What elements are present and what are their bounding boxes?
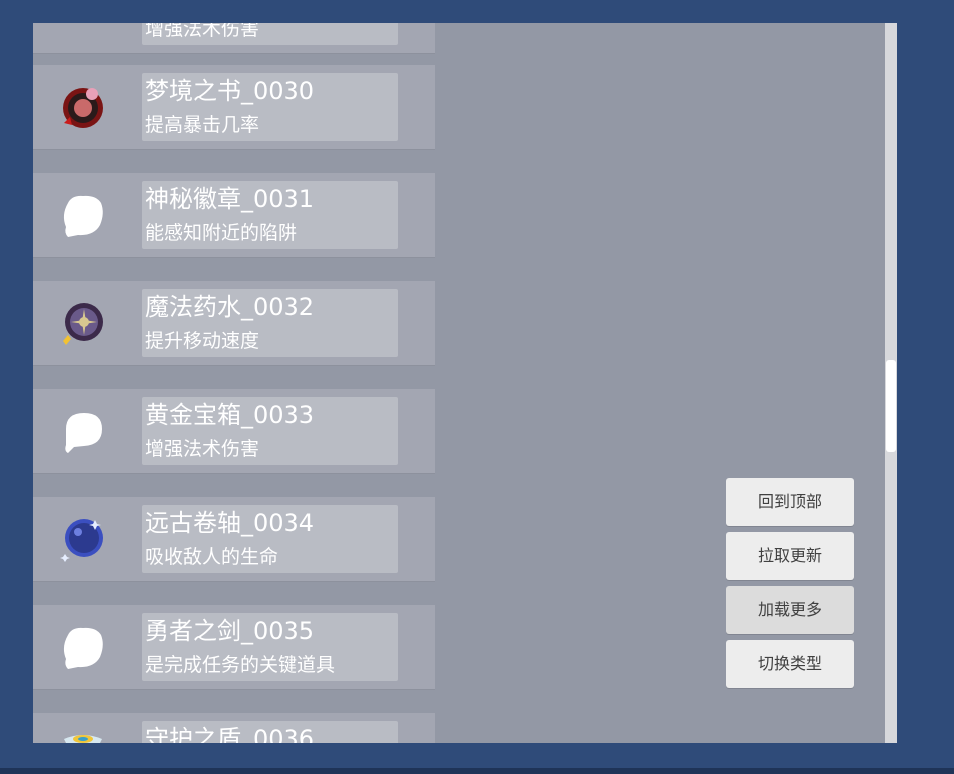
compass-badge-icon	[60, 301, 106, 347]
item-title: 守护之盾_0036	[145, 725, 315, 743]
load-more-button[interactable]: 加载更多	[726, 586, 854, 634]
item-textbox: 守护之盾_0036	[142, 721, 398, 743]
scroll-view-panel[interactable]: 增强法术伤害 梦境之书_0030 提高暴击几率 神秘徽章_0031 能感知附近的…	[33, 23, 897, 743]
list-item[interactable]: 守护之盾_0036	[33, 713, 435, 743]
vertical-scrollbar[interactable]	[885, 23, 897, 743]
shield-crest-icon	[60, 733, 106, 743]
item-description: 提升移动速度	[145, 330, 260, 352]
item-textbox: 神秘徽章_0031 能感知附近的陷阱	[142, 181, 398, 249]
white-blob-icon	[60, 193, 106, 239]
item-title: 黄金宝箱_0033	[145, 401, 315, 429]
white-blob-icon	[60, 625, 106, 671]
scrollbar-thumb[interactable]	[886, 360, 896, 452]
list-item[interactable]: 梦境之书_0030 提高暴击几率	[33, 65, 435, 150]
list-item[interactable]: 远古卷轴_0034 吸收敌人的生命	[33, 497, 435, 582]
item-description: 增强法术伤害	[145, 438, 260, 460]
pull-refresh-button[interactable]: 拉取更新	[726, 532, 854, 580]
back-to-top-button[interactable]: 回到顶部	[726, 478, 854, 526]
list-item[interactable]: 黄金宝箱_0033 增强法术伤害	[33, 389, 435, 474]
item-textbox: 魔法药水_0032 提升移动速度	[142, 289, 398, 357]
item-textbox: 增强法术伤害	[142, 23, 398, 45]
item-textbox: 黄金宝箱_0033 增强法术伤害	[142, 397, 398, 465]
item-description: 增强法术伤害	[145, 23, 260, 40]
item-title: 勇者之剑_0035	[145, 617, 315, 645]
item-title: 远古卷轴_0034	[145, 509, 315, 537]
list-item[interactable]: 神秘徽章_0031 能感知附近的陷阱	[33, 173, 435, 258]
list-item[interactable]: 魔法药水_0032 提升移动速度	[33, 281, 435, 366]
item-description: 提高暴击几率	[145, 114, 260, 136]
item-textbox: 梦境之书_0030 提高暴击几率	[142, 73, 398, 141]
item-textbox: 远古卷轴_0034 吸收敌人的生命	[142, 505, 398, 573]
item-title: 梦境之书_0030	[145, 77, 315, 105]
list-item[interactable]: 增强法术伤害	[33, 23, 435, 54]
list-item[interactable]: 勇者之剑_0035 是完成任务的关键道具	[33, 605, 435, 690]
item-textbox: 勇者之剑_0035 是完成任务的关键道具	[142, 613, 398, 681]
blue-orb-icon	[60, 517, 106, 563]
switch-type-button[interactable]: 切换类型	[726, 640, 854, 688]
seal-badge-icon	[60, 85, 106, 131]
window-bottom-edge	[0, 768, 954, 774]
item-title: 神秘徽章_0031	[145, 185, 315, 213]
item-description: 能感知附近的陷阱	[145, 222, 298, 244]
item-description: 是完成任务的关键道具	[145, 654, 336, 676]
item-title: 魔法药水_0032	[145, 293, 315, 321]
item-description: 吸收敌人的生命	[145, 546, 279, 568]
white-speech-icon	[60, 409, 106, 455]
